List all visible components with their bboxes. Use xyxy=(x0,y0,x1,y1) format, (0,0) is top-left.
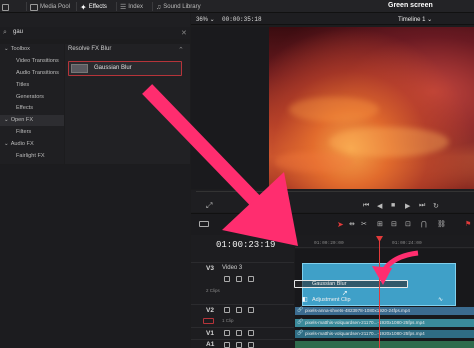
annotation-arrows xyxy=(142,84,419,285)
big-pointer-arrow-icon xyxy=(142,84,298,246)
curved-pointer-arrow-icon xyxy=(372,250,419,285)
